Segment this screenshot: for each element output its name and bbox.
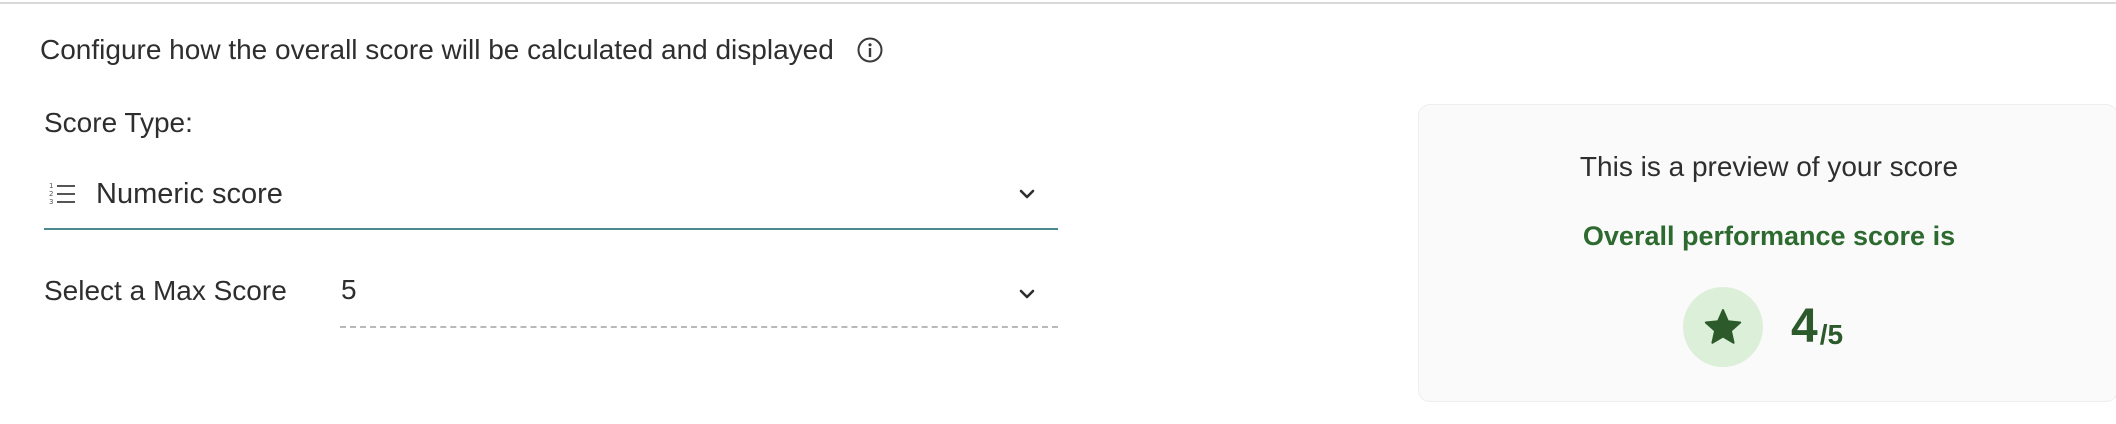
star-badge: [1683, 287, 1763, 367]
top-divider: [0, 2, 2116, 4]
preview-subtitle: Overall performance score is: [1582, 221, 1956, 251]
config-description: Configure how the overall score will be …: [40, 34, 834, 65]
score-type-select[interactable]: 1 2 3 Numeric score: [44, 160, 1058, 230]
numbered-list-icon: 1 2 3: [48, 180, 76, 208]
score-display: 4 /5: [1683, 287, 1843, 367]
svg-text:3: 3: [49, 198, 53, 206]
config-header: Configure how the overall score will be …: [40, 34, 884, 66]
chevron-down-icon: [1016, 183, 1038, 205]
max-score-value: 5: [341, 274, 357, 305]
preview-title: This is a preview of your score: [1579, 151, 1959, 182]
info-icon[interactable]: [856, 36, 884, 64]
star-icon: [1704, 309, 1742, 344]
svg-text:2: 2: [49, 190, 53, 198]
chevron-down-icon: [1016, 283, 1038, 305]
max-score-select[interactable]: 5: [340, 262, 1058, 328]
svg-text:1: 1: [49, 182, 53, 190]
score-max: /5: [1819, 319, 1844, 350]
score-preview-card: This is a preview of your score Overall …: [1418, 104, 2116, 402]
score-type-label: Score Type:: [44, 107, 193, 138]
score-type-value: Numeric score: [96, 177, 283, 210]
score-value: 4: [1791, 300, 1818, 353]
max-score-label: Select a Max Score: [44, 275, 287, 306]
